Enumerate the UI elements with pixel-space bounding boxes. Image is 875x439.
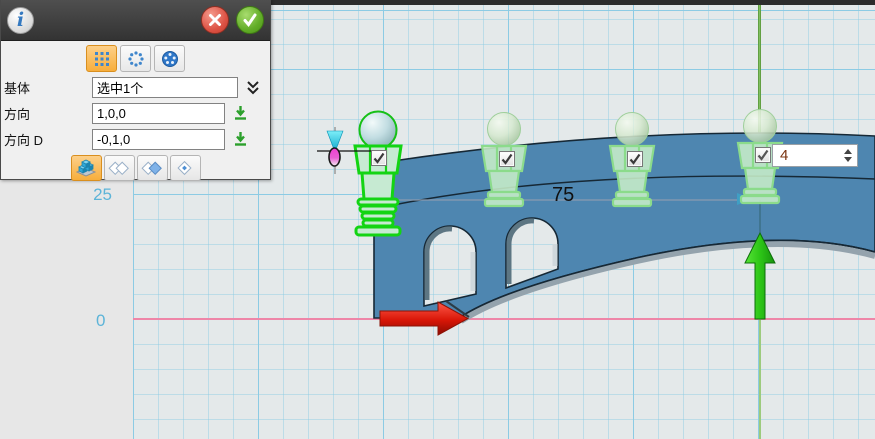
pick-direction-button[interactable] — [229, 105, 251, 121]
cad-application-window: 25 0 75 4 i — [0, 0, 875, 439]
dimension-value-label: 75 — [552, 184, 574, 207]
pawn1-checkbox[interactable] — [371, 150, 387, 166]
check-icon — [242, 12, 258, 28]
pawn2-checkbox[interactable] — [499, 151, 515, 167]
overlap-shapes-button[interactable] — [137, 155, 168, 181]
check-icon — [372, 151, 386, 165]
count-spinbox[interactable]: 4 — [772, 144, 858, 167]
check-icon — [628, 152, 642, 166]
check-icon — [500, 152, 514, 166]
direction-label: 方向 — [4, 104, 92, 123]
cancel-button[interactable] — [201, 6, 229, 34]
intersection-button[interactable] — [170, 155, 201, 181]
pattern-type-toolbar — [1, 45, 270, 72]
two-shapes-button[interactable] — [104, 155, 135, 181]
pawn3-sphere — [616, 113, 649, 146]
direction-row: 方向 — [4, 102, 267, 124]
direction-input[interactable] — [92, 103, 225, 124]
spherical-pattern-button[interactable] — [154, 45, 185, 72]
pawn4-checkbox[interactable] — [755, 147, 771, 163]
grid-label-25: 25 — [84, 185, 112, 205]
pick-direction-d-button[interactable] — [229, 131, 251, 147]
result-mode-toolbar — [1, 155, 270, 181]
diamond-dot-icon — [173, 160, 197, 176]
arch-edge — [459, 240, 875, 318]
spin-up-icon[interactable] — [844, 149, 852, 154]
pawn3-checkbox[interactable] — [627, 151, 643, 167]
origin-point-marker — [329, 148, 340, 166]
pawn4-sphere — [744, 110, 777, 143]
base-feature-input[interactable] — [92, 77, 238, 98]
solid-result-button[interactable] — [71, 155, 102, 181]
pawn-original[interactable] — [355, 112, 401, 236]
direction-d-input[interactable] — [92, 129, 225, 150]
diamond-pair-blue-icon — [140, 160, 164, 176]
pattern-task-dialog: i — [0, 0, 271, 180]
ok-button[interactable] — [236, 6, 264, 34]
cubes-icon — [75, 159, 97, 177]
pawn1-sphere — [360, 112, 397, 149]
spin-down-icon[interactable] — [844, 157, 852, 162]
expand-button[interactable] — [242, 80, 264, 95]
pawn2-sphere — [488, 113, 521, 146]
diamond-pair-icon — [107, 160, 131, 176]
circular-pattern-button[interactable] — [120, 45, 151, 72]
grid-dots-icon — [94, 51, 110, 67]
rectangular-pattern-button[interactable] — [86, 45, 117, 72]
count-value: 4 — [773, 147, 788, 164]
dialog-titlebar: i — [1, 0, 270, 41]
direction-d-label: 方向 D — [4, 130, 92, 149]
sphere-icon — [161, 50, 179, 68]
green-pick-arrow-icon — [233, 105, 248, 121]
green-pick-arrow-icon — [233, 131, 248, 147]
close-icon — [208, 13, 222, 27]
base-feature-row: 基体 — [4, 76, 267, 98]
chevron-double-down-icon — [246, 80, 260, 95]
window2-shading — [509, 221, 534, 284]
window1-shading — [427, 229, 452, 300]
grid-label-0: 0 — [96, 311, 105, 331]
direction-d-row: 方向 D — [4, 128, 267, 150]
check-icon — [756, 148, 770, 162]
base-feature-label: 基体 — [4, 78, 92, 97]
circle-dots-icon — [128, 51, 144, 67]
info-icon: i — [7, 7, 34, 34]
